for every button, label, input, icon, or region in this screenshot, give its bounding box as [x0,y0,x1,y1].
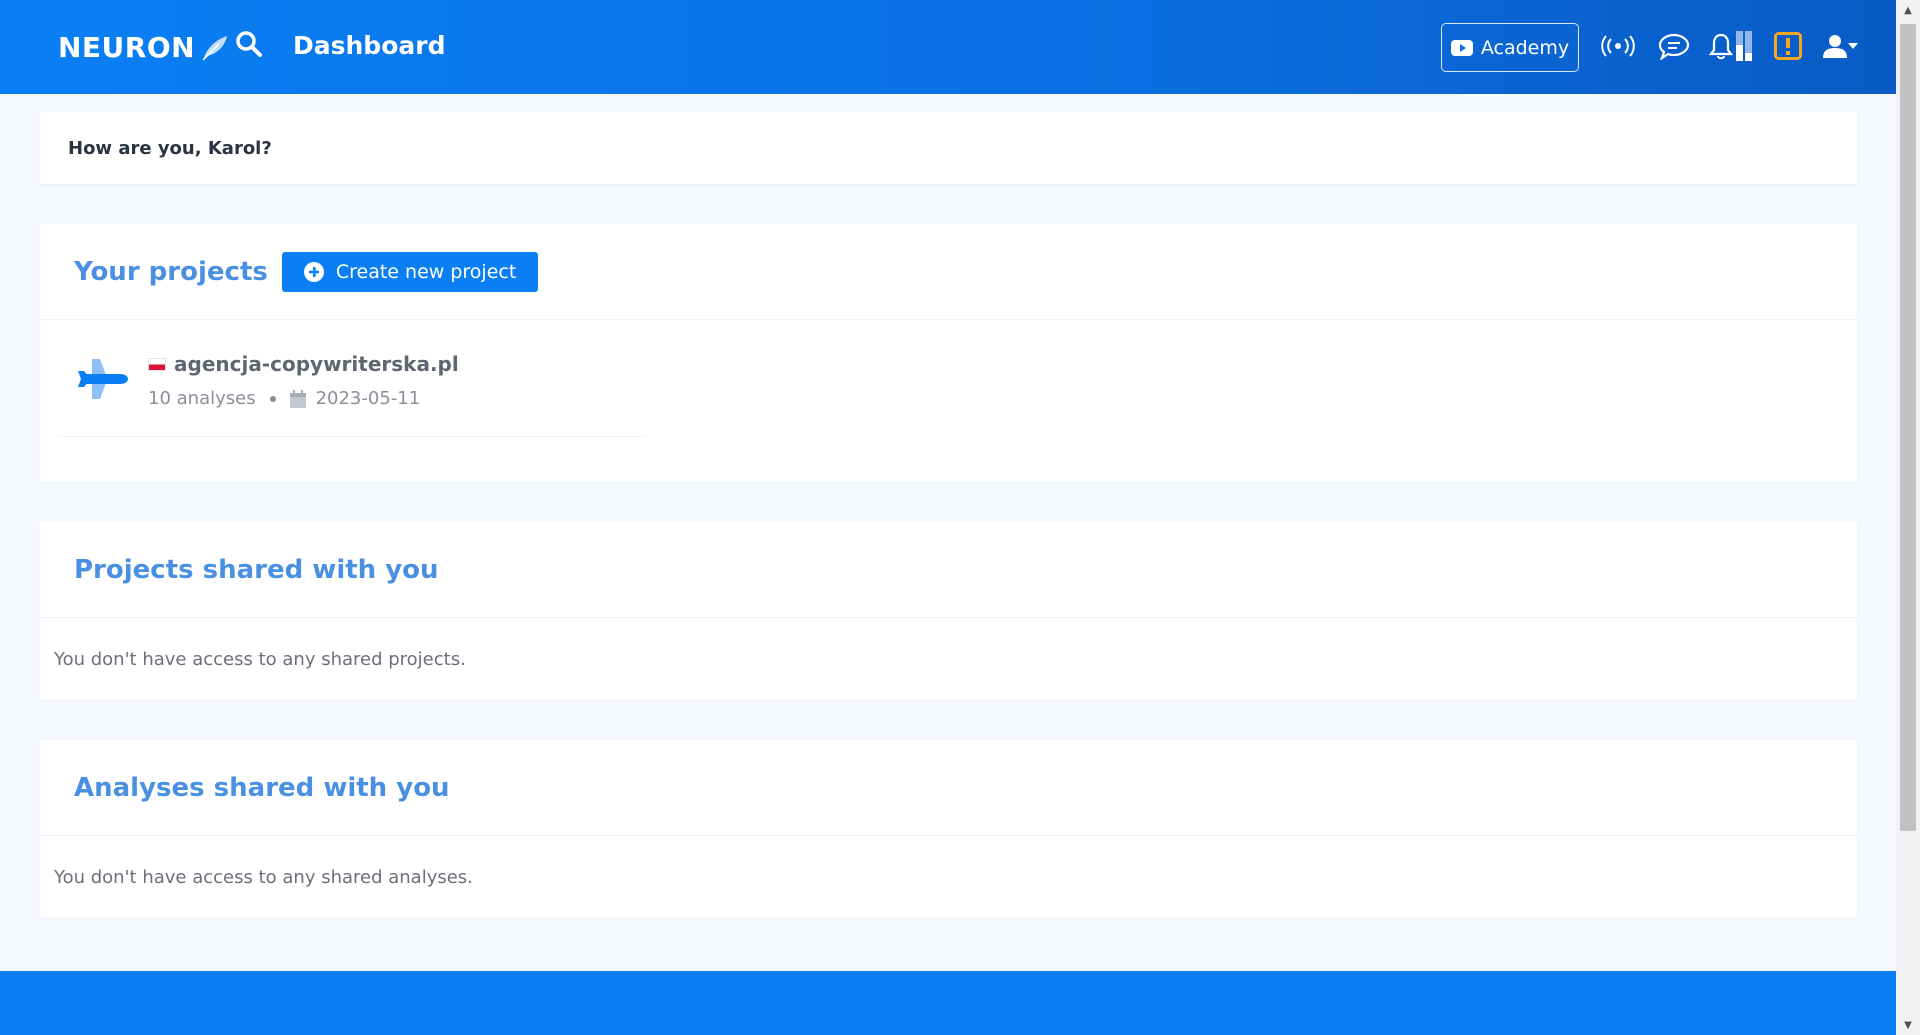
alert-icon [1774,32,1802,60]
shared-analyses-empty-message: You don't have access to any shared anal… [54,866,473,888]
plus-circle-icon [303,261,324,282]
page-scrollbar[interactable]: ▲ ▼ [1896,0,1920,1035]
bars-icon [1736,31,1752,61]
shared-projects-card: Projects shared with you You don't have … [40,522,1857,700]
youtube-icon [1450,39,1473,56]
messages-button[interactable] [1656,28,1692,64]
greeting-text: How are you, Karol? [68,137,272,159]
create-new-project-label: Create new project [335,260,517,283]
caret-down-icon [1848,43,1858,49]
shared-projects-title: Projects shared with you [74,554,439,585]
search-icon [236,31,262,57]
user-menu-button[interactable] [1817,28,1863,64]
scroll-up-arrow-icon[interactable]: ▲ [1896,0,1920,20]
project-meta: 10 analyses 2023-05-11 [148,388,420,409]
page-title: Dashboard [293,31,446,60]
airplane-icon [78,359,128,399]
poland-flag-icon [148,357,166,371]
feather-icon [202,35,228,61]
project-date: 2023-05-11 [315,388,421,409]
shared-analyses-title: Analyses shared with you [74,772,450,803]
scroll-thumb[interactable] [1900,24,1916,831]
search-button[interactable] [235,30,267,62]
scroll-down-arrow-icon[interactable]: ▼ [1896,1015,1920,1035]
stats-button[interactable] [1733,28,1755,64]
neuron-logo[interactable]: NEURON [58,31,229,64]
project-name-text: agencja-copywriterska.pl [174,352,459,376]
your-projects-title: Your projects [74,256,268,287]
academy-label: Academy [1480,36,1570,59]
broadcast-icon [1601,35,1635,57]
calendar-icon [289,389,306,408]
academy-button[interactable]: Academy [1441,23,1579,72]
project-name[interactable]: agencja-copywriterska.pl [148,352,459,376]
logo-text: NEURON [58,31,196,64]
project-list-item[interactable]: agencja-copywriterska.pl 10 analyses 202… [58,320,646,437]
project-analyses-count: 10 analyses [148,388,256,409]
user-icon [1823,35,1847,58]
footer [0,971,1896,1035]
shared-projects-header: Projects shared with you [40,522,1857,618]
your-projects-card: Your projects Create new project agencja… [40,224,1857,482]
shared-analyses-card: Analyses shared with you You don't have … [40,740,1857,918]
chat-icon [1658,33,1690,60]
broadcast-button[interactable] [1600,28,1636,64]
your-projects-header: Your projects Create new project [40,224,1857,320]
shared-analyses-header: Analyses shared with you [40,740,1857,836]
greeting-card: How are you, Karol? [40,112,1857,184]
separator-dot [269,395,276,402]
top-navbar: NEURON Dashboard Academy [0,0,1896,94]
bell-icon [1709,33,1733,60]
shared-projects-empty-message: You don't have access to any shared proj… [54,648,466,670]
create-new-project-button[interactable]: Create new project [281,251,539,292]
alert-button[interactable] [1770,28,1806,64]
